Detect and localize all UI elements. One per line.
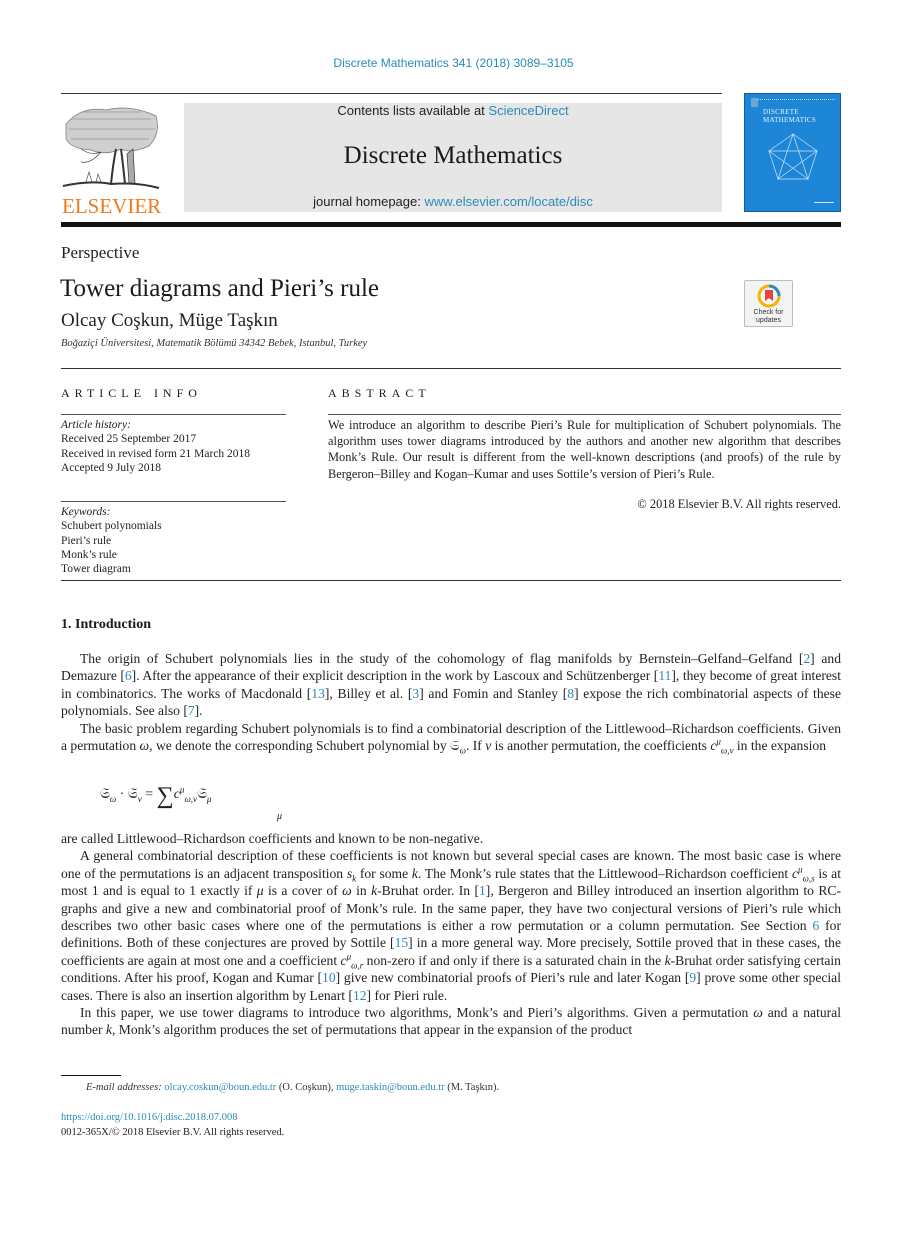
header-thick-rule <box>61 222 841 227</box>
doi-link[interactable]: https://doi.org/10.1016/j.disc.2018.07.0… <box>61 1112 238 1123</box>
author-affiliation: Boğaziçi Üniversitesi, Matematik Bölümü … <box>61 338 368 349</box>
citation-link[interactable]: 6 <box>125 668 132 683</box>
citation-link[interactable]: 10 <box>322 970 336 985</box>
keyword-item: Tower diagram <box>61 563 131 576</box>
journal-banner: Contents lists available at ScienceDirec… <box>184 103 722 212</box>
abstract-heading: ABSTRACT <box>328 386 431 400</box>
email-owner: (M. Taşkın). <box>444 1082 500 1093</box>
contents-line: Contents lists available at ScienceDirec… <box>184 103 722 118</box>
history-accepted: Accepted 9 July 2018 <box>61 461 161 474</box>
contents-prefix: Contents lists available at <box>337 103 489 118</box>
homepage-line: journal homepage: www.elsevier.com/locat… <box>184 194 722 209</box>
check-updates-line1: Check for <box>753 309 784 316</box>
article-authors[interactable]: Olcay Coşkun, Müge Taşkın <box>61 310 278 332</box>
article-type: Perspective <box>61 243 140 262</box>
keywords-label: Keywords: <box>61 506 111 518</box>
history-received: Received 25 September 2017 <box>61 433 197 446</box>
issn-copyright: 0012-365X/© 2018 Elsevier B.V. All right… <box>61 1127 285 1138</box>
check-updates-icon <box>757 284 781 308</box>
cover-title: DISCRETE MATHEMATICS <box>763 108 816 124</box>
front-matter-divider <box>61 580 841 581</box>
journal-reference-link[interactable]: Discrete Mathematics 341 (2018) 3089–310… <box>0 56 907 70</box>
cover-publisher-logo-icon <box>751 98 758 107</box>
article-history-label: Article history: <box>61 419 131 431</box>
abstract-text: We introduce an algorithm to describe Pi… <box>328 418 841 481</box>
cover-pentagram-icon <box>767 132 819 180</box>
keywords-list: Keywords: Schubert polynomials Pieri’s r… <box>61 505 162 576</box>
header-top-rule <box>61 93 722 94</box>
abstract-rule <box>328 414 841 415</box>
email-link-coskun[interactable]: olcay.coskun@boun.edu.tr <box>164 1082 276 1093</box>
history-revised: Received in revised form 21 March 2018 <box>61 447 251 460</box>
citation-link[interactable]: 7 <box>188 703 195 718</box>
cover-title-line1: DISCRETE <box>763 108 799 116</box>
sciencedirect-link[interactable]: ScienceDirect <box>488 103 568 118</box>
title-divider <box>61 368 841 369</box>
homepage-prefix: journal homepage: <box>313 194 425 209</box>
elsevier-logo[interactable]: ELSEVIER <box>61 104 161 218</box>
intro-paragraph-1: The origin of Schubert polynomials lies … <box>61 651 841 719</box>
elsevier-wordmark: ELSEVIER <box>62 194 162 218</box>
journal-homepage-link[interactable]: www.elsevier.com/locate/disc <box>424 194 592 209</box>
keyword-item: Monk’s rule <box>61 548 117 561</box>
citation-link[interactable]: 12 <box>353 988 367 1003</box>
display-equation: 𝔖ω · 𝔖ν = ∑cμω,ν𝔖μ μ <box>100 783 283 822</box>
journal-cover-thumbnail[interactable]: DISCRETE MATHEMATICS <box>744 93 841 212</box>
intro-paragraph-2: The basic problem regarding Schubert pol… <box>61 721 841 757</box>
email-owner: (O. Coşkun), <box>276 1082 337 1093</box>
keyword-item: Pieri’s rule <box>61 534 112 547</box>
citation-link[interactable]: 1 <box>479 883 486 898</box>
citation-link[interactable]: 15 <box>395 935 409 950</box>
article-info-heading: ARTICLE INFO <box>61 386 202 400</box>
citation-link[interactable]: 13 <box>311 686 325 701</box>
check-for-updates-button[interactable]: Check for updates <box>744 280 793 327</box>
cover-issue-info <box>751 99 835 101</box>
keywords-rule <box>61 501 286 502</box>
elsevier-tree-icon <box>62 107 160 189</box>
abstract-copyright: © 2018 Elsevier B.V. All rights reserved… <box>637 497 841 511</box>
section-heading-introduction: 1. Introduction <box>61 617 151 632</box>
footnote-rule <box>61 1075 121 1076</box>
keyword-item: Schubert polynomials <box>61 520 162 533</box>
check-updates-label: Check for updates <box>745 309 792 324</box>
cover-title-line2: MATHEMATICS <box>763 116 817 124</box>
cover-footer-mark <box>814 202 834 205</box>
email-footnote: E-mail addresses: olcay.coskun@boun.edu.… <box>86 1082 499 1093</box>
intro-paragraph-3: are called Littlewood–Richardson coeffic… <box>61 831 842 1038</box>
email-label: E-mail addresses: <box>86 1082 165 1093</box>
journal-title: Discrete Mathematics <box>343 142 563 169</box>
article-info-rule <box>61 414 286 415</box>
citation-link[interactable]: 11 <box>658 668 671 683</box>
article-title: Tower diagrams and Pieri’s rule <box>60 275 379 302</box>
article-history: Article history: Received 25 September 2… <box>61 418 250 475</box>
check-updates-line2: updates <box>756 316 781 324</box>
email-link-taskin[interactable]: muge.taskin@boun.edu.tr <box>336 1082 445 1093</box>
